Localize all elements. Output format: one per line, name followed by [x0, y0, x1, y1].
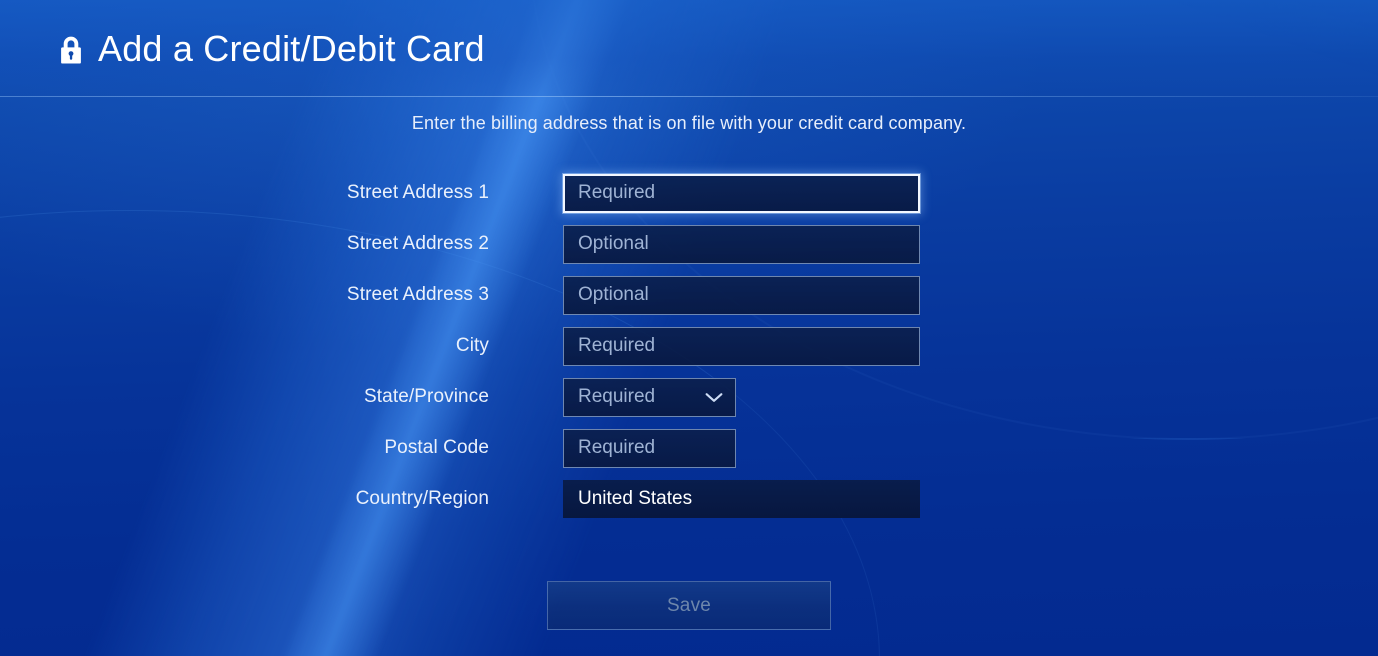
chevron-down-icon — [705, 392, 723, 403]
form-row-street-address-1: Street Address 1 Required — [0, 168, 1378, 218]
input-street-address-2[interactable]: Optional — [563, 224, 920, 264]
form-row-street-address-3: Street Address 3 Optional — [0, 270, 1378, 320]
field-country-region[interactable]: United States — [563, 480, 920, 518]
select-state-province[interactable]: Required — [563, 377, 736, 417]
input-street-address-3[interactable]: Optional — [563, 275, 920, 315]
form-row-state-province: State/Province Required — [0, 372, 1378, 422]
input-city-value: Required — [578, 335, 656, 356]
form-row-postal-code: Postal Code Required — [0, 423, 1378, 473]
form-footer: Save — [0, 581, 1378, 630]
page-title: Add a Credit/Debit Card — [98, 27, 485, 69]
page-subtitle: Enter the billing address that is on fil… — [411, 113, 967, 133]
lock-icon — [58, 35, 84, 65]
label-state-province: State/Province — [364, 386, 489, 407]
form-row-street-address-2: Street Address 2 Optional — [0, 219, 1378, 269]
form-row-country-region: Country/Region United States — [0, 474, 1378, 524]
label-street-address-3: Street Address 3 — [346, 284, 489, 305]
input-street-address-1-value: Required — [578, 182, 656, 203]
input-street-address-3-value: Optional — [578, 284, 649, 305]
input-postal-code[interactable]: Required — [563, 428, 736, 468]
input-postal-code-value: Required — [578, 437, 656, 458]
input-street-address-1[interactable]: Required — [563, 173, 920, 213]
select-state-province-value: Required — [578, 386, 656, 407]
input-street-address-2-value: Optional — [578, 233, 649, 254]
playstation-add-card-screen: Add a Credit/Debit Card Enter the billin… — [0, 0, 1378, 656]
label-street-address-1: Street Address 1 — [346, 182, 489, 203]
save-button[interactable]: Save — [547, 581, 831, 630]
field-country-region-value: United States — [578, 488, 693, 509]
label-street-address-2: Street Address 2 — [346, 233, 489, 254]
input-city[interactable]: Required — [563, 326, 920, 366]
form-row-city: City Required — [0, 321, 1378, 371]
label-city: City — [455, 335, 489, 356]
page-header: Add a Credit/Debit Card — [0, 0, 1378, 97]
billing-address-form: Street Address 1 Required Street Address… — [0, 168, 1378, 525]
label-country-region: Country/Region — [355, 488, 489, 509]
label-postal-code: Postal Code — [384, 437, 489, 458]
